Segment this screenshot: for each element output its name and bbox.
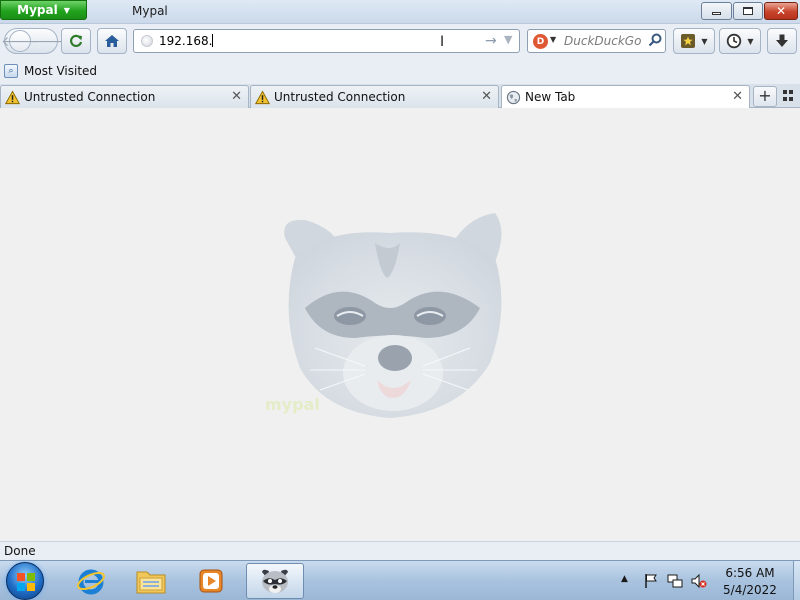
search-bar[interactable]: D ▼ DuckDuckGo [527,29,666,53]
url-bar[interactable]: 192.168. I → ▼ [133,29,520,53]
reload-button[interactable] [61,28,91,54]
url-value: 192.168. [159,34,213,48]
url-dropdown-icon[interactable]: ▼ [504,33,512,46]
bookmarks-toolbar: ⌕ Most Visited [0,60,800,84]
taskbar-media-player[interactable] [182,563,240,599]
media-player-icon [199,569,223,593]
navigation-toolbar: 🡐 🡒 192.168. I → ▼ D ▼ DuckDuckGo ▼ ▼ [0,24,800,60]
chevron-down-icon: ▼ [747,36,754,46]
start-button[interactable] [6,562,44,600]
plus-icon: + [758,86,772,105]
action-center-flag-icon[interactable] [643,573,659,589]
maximize-button[interactable] [733,2,763,20]
tab-label: Untrusted Connection [24,90,156,104]
minimize-icon [712,12,721,15]
search-engine-dropdown-icon[interactable]: ▼ [550,35,556,44]
window-title: Mypal [132,4,168,18]
maximize-icon [743,7,753,15]
chevron-down-icon: ▼ [63,5,70,15]
tab-untrusted-connection-2[interactable]: Untrusted Connection ✕ [250,85,499,108]
status-bar: Done [0,541,800,560]
new-tab-page: mypal [0,108,800,541]
file-explorer-icon [136,571,166,594]
minimize-button[interactable] [701,2,732,20]
reload-icon [70,34,83,47]
duckduckgo-logo-icon[interactable]: D [533,34,548,49]
bookmark-star-icon [681,34,696,48]
downloads-button[interactable] [767,28,797,54]
go-arrow-icon[interactable]: → [485,33,497,49]
status-text: Done [4,544,36,558]
windows-taskbar: ▲ 6:56 AM 5/4/2022 [0,560,800,600]
search-input[interactable]: DuckDuckGo [564,34,641,48]
bookmarks-menu-button[interactable]: ▼ [673,28,715,54]
title-bar: Mypal ▼ Mypal ✕ [0,0,800,24]
show-desktop-button[interactable] [793,561,800,600]
url-input[interactable]: 192.168. [159,34,214,48]
back-forward-group: 🡐 🡒 [1,28,69,54]
ibeam-cursor-icon: I [440,34,445,50]
app-menu-button[interactable]: Mypal ▼ [0,0,87,20]
close-icon: ✕ [775,4,787,18]
tab-new-tab[interactable]: New Tab ✕ [501,85,750,109]
home-icon [105,35,119,47]
text-caret [212,34,214,47]
tab-close-icon[interactable]: ✕ [732,89,743,104]
clock-icon [727,33,742,49]
warning-icon [5,90,20,105]
warning-icon [255,90,270,105]
site-identity-icon[interactable] [141,35,153,47]
mypal-icon [262,569,288,593]
volume-muted-icon[interactable] [691,573,707,589]
magnifier-icon[interactable] [647,32,663,48]
windows-logo-icon [17,573,35,591]
clock-date[interactable]: 5/4/2022 [710,583,790,597]
tab-close-icon[interactable]: ✕ [231,89,242,104]
tab-untrusted-connection-1[interactable]: Untrusted Connection ✕ [0,85,249,108]
bookmark-most-visited[interactable]: Most Visited [24,64,97,78]
globe-icon [506,90,521,105]
taskbar-internet-explorer[interactable] [62,563,120,599]
home-button[interactable] [97,28,127,54]
tab-close-icon[interactable]: ✕ [481,89,492,104]
history-button[interactable]: ▼ [719,28,761,54]
most-visited-folder-icon: ⌕ [4,64,18,78]
taskbar-file-explorer[interactable] [122,563,180,599]
mypal-watermark-text: mypal [265,395,320,414]
tab-label: Untrusted Connection [274,90,406,104]
show-hidden-icons-button[interactable]: ▲ [621,574,628,584]
network-icon[interactable] [667,573,683,589]
new-tab-button[interactable]: + [753,86,777,107]
chevron-down-icon: ▼ [701,36,708,46]
app-menu-label: Mypal [17,3,58,17]
download-arrow-icon [776,34,788,47]
tab-label: New Tab [525,90,576,104]
taskbar-mypal[interactable] [246,563,304,599]
close-window-button[interactable]: ✕ [764,2,798,20]
mypal-raccoon-logo: mypal [265,213,502,418]
clock-time[interactable]: 6:56 AM [710,566,790,580]
internet-explorer-icon [77,569,105,595]
back-button[interactable]: 🡐 [1,30,39,52]
tab-strip: Untrusted Connection ✕ Untrusted Connect… [0,84,800,109]
list-all-tabs-button[interactable] [783,90,795,102]
